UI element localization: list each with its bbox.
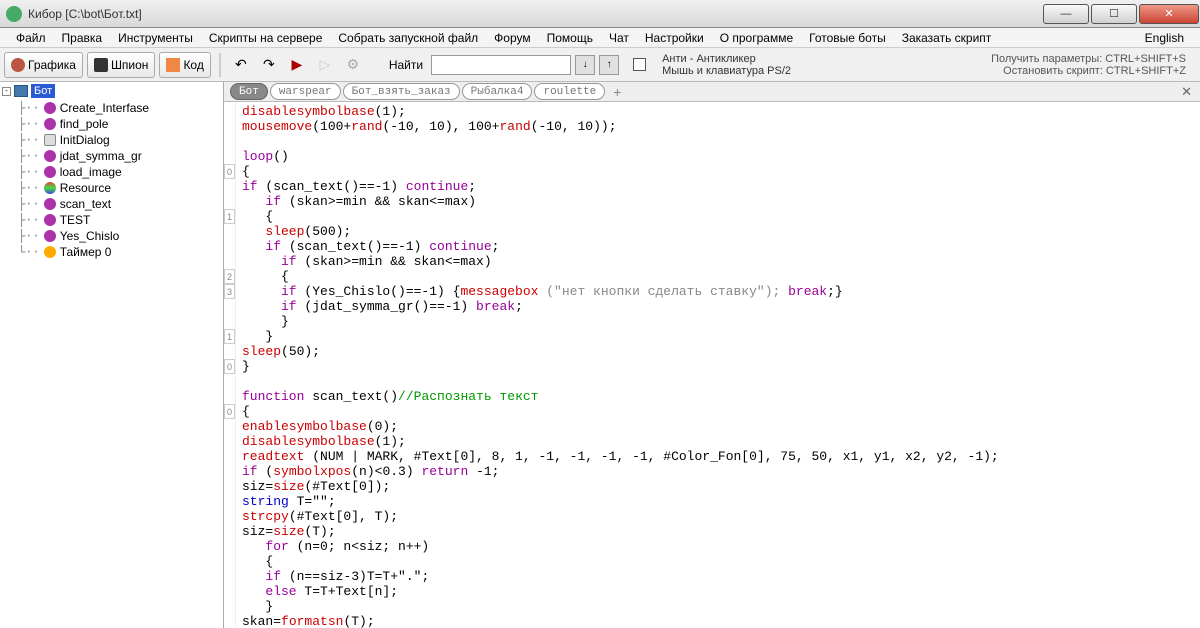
purple-icon: [44, 166, 56, 178]
tree-collapse-icon[interactable]: -: [2, 87, 11, 96]
purple-icon: [44, 150, 56, 162]
menu-scripts-server[interactable]: Скрипты на сервере: [201, 29, 331, 47]
toolbar: Графика Шпион Код ↶ ↷ ▶ ▷ ⚙ Найти ↓ ↑ Ан…: [0, 48, 1200, 82]
editor-tab[interactable]: Бот: [230, 83, 268, 100]
app-icon: [6, 6, 22, 22]
tree-item-label: InitDialog: [60, 133, 110, 147]
anti-checkbox[interactable]: [633, 58, 646, 71]
tree-item-label: Таймер 0: [60, 245, 112, 259]
tree-root[interactable]: - Бот: [2, 84, 221, 98]
purple-icon: [44, 198, 56, 210]
anti-clicker-label: Анти - Антикликер Мышь и клавиатура PS/2: [662, 53, 791, 77]
tree-item-label: scan_text: [60, 197, 111, 211]
tree-item[interactable]: ├··jdat_symma_gr: [18, 148, 221, 164]
tree-item-label: load_image: [60, 165, 122, 179]
tree-root-label: Бот: [31, 84, 55, 98]
tree-item[interactable]: ├··Yes_Chislo: [18, 228, 221, 244]
tree-sidebar: - Бот ├··Create_Interfase├··find_pole├··…: [0, 82, 224, 628]
find-label: Найти: [389, 58, 423, 72]
menu-bar: Файл Правка Инструменты Скрипты на серве…: [0, 28, 1200, 48]
menu-edit[interactable]: Правка: [54, 29, 111, 47]
tree-item[interactable]: ├··scan_text: [18, 196, 221, 212]
tree-item[interactable]: ├··find_pole: [18, 116, 221, 132]
code-icon: [166, 58, 180, 72]
menu-file[interactable]: Файл: [8, 29, 54, 47]
editor-tabbar: БотwarspearБот_взять_заказРыбалка4roulet…: [224, 82, 1200, 102]
dlg-icon: [44, 134, 56, 146]
find-input[interactable]: [431, 55, 571, 75]
tab-code-label: Код: [183, 58, 203, 72]
code-editor[interactable]: disablesymbolbase(1); mousemove(100+rand…: [236, 102, 1200, 628]
tree-item[interactable]: ├··load_image: [18, 164, 221, 180]
purple-icon: [44, 118, 56, 130]
menu-forum[interactable]: Форум: [486, 29, 538, 47]
hotkeys-label: Получить параметры: CTRL+SHIFT+S Останов…: [991, 53, 1196, 77]
tree-item-label: jdat_symma_gr: [60, 149, 142, 163]
menu-help[interactable]: Помощь: [539, 29, 601, 47]
menu-tools[interactable]: Инструменты: [110, 29, 201, 47]
tree-item-label: Resource: [60, 181, 111, 195]
tab-close-button[interactable]: ✕: [1181, 84, 1200, 100]
editor-tab[interactable]: Бот_взять_заказ: [343, 83, 460, 100]
menu-build[interactable]: Собрать запускной файл: [330, 29, 486, 47]
undo-button[interactable]: ↶: [229, 53, 253, 77]
tab-graphics[interactable]: Графика: [4, 52, 83, 78]
menu-order[interactable]: Заказать скрипт: [894, 29, 1000, 47]
tree-item[interactable]: ├··Create_Interfase: [18, 100, 221, 116]
menu-ready-bots[interactable]: Готовые боты: [801, 29, 894, 47]
editor-tab[interactable]: warspear: [270, 83, 341, 100]
tab-spy-label: Шпион: [111, 58, 149, 72]
tree-item[interactable]: ├··Resource: [18, 180, 221, 196]
tab-spy[interactable]: Шпион: [87, 52, 156, 78]
tree-item-label: Yes_Chislo: [60, 229, 120, 243]
tab-graphics-label: Графика: [28, 58, 76, 72]
fold-gutter: 0 1 23 1 0 0: [224, 102, 236, 628]
tab-add-button[interactable]: +: [607, 84, 627, 100]
separator: [219, 53, 221, 77]
title-bar: Кибор [C:\bot\Бот.txt] — ☐ ✕: [0, 0, 1200, 28]
purple-icon: [44, 214, 56, 226]
menu-about[interactable]: О программе: [712, 29, 801, 47]
menu-chat[interactable]: Чат: [601, 29, 637, 47]
menu-english[interactable]: English: [1137, 29, 1192, 47]
tab-code[interactable]: Код: [159, 52, 210, 78]
run-button[interactable]: ▶: [285, 53, 309, 77]
redo-button[interactable]: ↷: [257, 53, 281, 77]
minimize-button[interactable]: —: [1043, 4, 1089, 24]
tree-item[interactable]: ├··TEST: [18, 212, 221, 228]
find-prev-button[interactable]: ↓: [575, 55, 595, 75]
maximize-button[interactable]: ☐: [1091, 4, 1137, 24]
find-next-button[interactable]: ↑: [599, 55, 619, 75]
script-icon: [14, 85, 28, 97]
spy-icon: [94, 58, 108, 72]
tree-item-label: TEST: [60, 213, 91, 227]
graphics-icon: [11, 58, 25, 72]
gear-button[interactable]: ⚙: [341, 53, 365, 77]
timer-icon: [44, 246, 56, 258]
menu-settings[interactable]: Настройки: [637, 29, 712, 47]
window-title: Кибор [C:\bot\Бот.txt]: [28, 7, 142, 21]
tree-item[interactable]: └··Таймер 0: [18, 244, 221, 260]
tree-item[interactable]: ├··InitDialog: [18, 132, 221, 148]
step-button[interactable]: ▷: [313, 53, 337, 77]
close-button[interactable]: ✕: [1139, 4, 1199, 24]
editor-tab[interactable]: Рыбалка4: [462, 83, 533, 100]
editor-tab[interactable]: roulette: [534, 83, 605, 100]
res-icon: [44, 182, 56, 194]
purple-icon: [44, 230, 56, 242]
tree-item-label: Create_Interfase: [60, 101, 149, 115]
tree-item-label: find_pole: [60, 117, 109, 131]
purple-icon: [44, 102, 56, 114]
